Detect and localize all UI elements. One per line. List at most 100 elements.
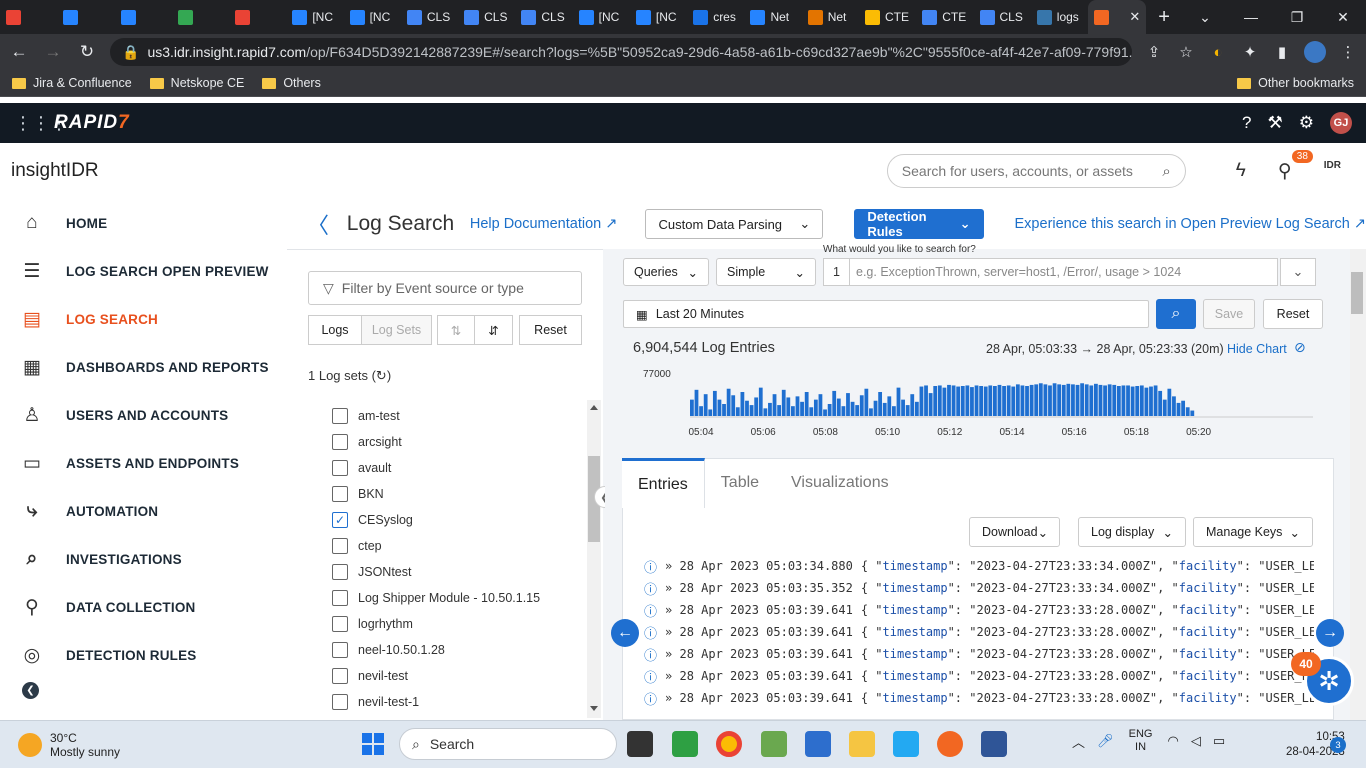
browser-tab[interactable]	[0, 0, 57, 34]
chart-bar[interactable]	[804, 392, 809, 416]
help-icon[interactable]: ?	[1242, 113, 1251, 133]
chart-bar[interactable]	[1116, 386, 1121, 416]
log-entry-row[interactable]: ⓘ» 28 Apr 2023 05:03:39.641{ "timestamp"…	[644, 643, 1314, 665]
time-range-picker[interactable]: ▦ Last 20 Minutes	[623, 300, 1149, 328]
scroll-left-arrow-icon[interactable]: ←	[611, 619, 639, 647]
checkbox[interactable]	[332, 564, 348, 580]
chart-bar[interactable]	[983, 386, 988, 416]
chart-bar[interactable]	[988, 385, 993, 416]
scroll-right-arrow-icon[interactable]: →	[1316, 619, 1344, 647]
bookmark-folder[interactable]: Netskope CE	[149, 76, 244, 90]
browser-tab[interactable]: [NC	[573, 0, 630, 34]
log-entry-row[interactable]: ⓘ» 28 Apr 2023 05:03:39.641{ "timestamp"…	[644, 599, 1314, 621]
language-indicator[interactable]: ENG IN	[1126, 728, 1156, 754]
browser-tab[interactable]: [NC	[286, 0, 343, 34]
weather-widget[interactable]: 30°C Mostly sunny	[18, 731, 348, 759]
sidebar-item-automation[interactable]: ⤷ AUTOMATION	[0, 487, 287, 535]
bookmark-star-icon[interactable]: ☆	[1176, 43, 1196, 61]
chart-bar[interactable]	[869, 408, 873, 416]
profile-avatar[interactable]	[1304, 41, 1326, 63]
chart-bar[interactable]	[823, 409, 827, 416]
chart-bar[interactable]	[735, 407, 740, 416]
chart-bar[interactable]	[1034, 384, 1039, 416]
logs-tab-button[interactable]: Logs	[308, 315, 362, 345]
postman-icon[interactable]	[937, 731, 963, 757]
checkbox[interactable]	[332, 590, 348, 606]
chart-bar[interactable]	[1181, 400, 1186, 416]
chart-bar[interactable]	[1094, 383, 1098, 416]
store-icon[interactable]	[805, 731, 831, 757]
chart-bar[interactable]	[1103, 385, 1107, 416]
log-display-dropdown[interactable]: Log display ⌄	[1078, 517, 1186, 547]
browser-tab[interactable]	[229, 0, 286, 34]
chart-bar[interactable]	[960, 386, 965, 416]
file-explorer-icon[interactable]	[849, 731, 875, 757]
global-search-input[interactable]: Search for users, accounts, or assets ⌕	[886, 154, 1186, 188]
bookmark-folder[interactable]: Jira & Confluence	[12, 76, 132, 90]
log-set-item[interactable]: BKN	[332, 481, 582, 507]
page-scrollbar[interactable]	[1350, 249, 1366, 720]
chart-bar[interactable]	[1020, 385, 1025, 416]
maximize-icon[interactable]: ❐	[1274, 9, 1320, 26]
chart-bar[interactable]	[1029, 384, 1034, 416]
chart-bar[interactable]	[795, 396, 800, 416]
chart-bar[interactable]	[919, 386, 924, 416]
chart-bar[interactable]	[1061, 384, 1066, 416]
mode-dropdown[interactable]: Simple ⌄	[716, 258, 816, 286]
info-icon[interactable]: ⓘ	[644, 689, 657, 708]
minimize-icon[interactable]: —	[1228, 9, 1274, 26]
info-icon[interactable]: ⓘ	[644, 667, 657, 686]
chart-bar[interactable]	[864, 388, 869, 416]
chart-bar[interactable]	[1052, 383, 1057, 416]
detection-rules-dropdown[interactable]: Detection Rules ⌄	[854, 209, 984, 239]
chart-bar[interactable]	[993, 386, 997, 416]
browser-tab[interactable]	[115, 0, 172, 34]
chart-bar[interactable]	[749, 405, 754, 416]
chart-bar[interactable]	[791, 406, 795, 416]
log-set-item[interactable]: nevil-test	[332, 663, 582, 689]
checkbox[interactable]	[332, 486, 348, 502]
lightning-icon[interactable]: ϟ	[1236, 160, 1246, 183]
event-source-filter-input[interactable]: ▽ Filter by Event source or type	[308, 271, 582, 305]
sidebar-item-dashboards-and-reports[interactable]: ▦ DASHBOARDS AND REPORTS	[0, 343, 287, 391]
sidebar-item-users-and-accounts[interactable]: ♙ USERS AND ACCOUNTS	[0, 391, 287, 439]
browser-tab[interactable]: CLS	[401, 0, 458, 34]
idr-icon[interactable]: IDR	[1324, 160, 1341, 183]
task-view-icon[interactable]	[627, 731, 653, 757]
chart-bar[interactable]	[786, 397, 791, 416]
save-button[interactable]: Save	[1203, 299, 1255, 329]
log-set-item[interactable]: am-test	[332, 403, 582, 429]
reset-button[interactable]: Reset	[1263, 299, 1323, 329]
chart-bar[interactable]	[1038, 383, 1043, 416]
new-tab-icon[interactable]: +	[1146, 6, 1182, 29]
checkbox[interactable]	[332, 642, 348, 658]
satellite-icon[interactable]: ⚲	[1278, 160, 1292, 183]
chart-bar[interactable]	[1139, 385, 1144, 416]
chart-bar[interactable]	[910, 394, 915, 416]
microphone-icon[interactable]: 🎤︎	[1097, 733, 1114, 749]
chart-bar[interactable]	[772, 394, 777, 416]
chart-bar[interactable]	[827, 404, 832, 416]
chart-bar[interactable]	[855, 405, 860, 416]
hide-chart-link[interactable]: Hide Chart	[1227, 342, 1287, 356]
chart-bar[interactable]	[1172, 396, 1176, 416]
log-list-scrollbar[interactable]	[587, 400, 601, 718]
chart-bar[interactable]	[841, 406, 846, 416]
log-set-item[interactable]: nevil-test-1	[332, 689, 582, 715]
chart-bar[interactable]	[800, 401, 804, 416]
query-input[interactable]: 1 e.g. ExceptionThrown, server=host1, /E…	[823, 258, 1278, 286]
tab-entries[interactable]: Entries	[622, 458, 705, 508]
info-icon[interactable]: ⓘ	[644, 601, 657, 620]
chart-bar[interactable]	[1135, 386, 1140, 416]
chart-bar[interactable]	[1057, 384, 1062, 416]
log-set-item[interactable]: Log Shipper Module - 10.50.1.15	[332, 585, 582, 611]
chart-bar[interactable]	[703, 394, 708, 416]
browser-tab[interactable]: ✕	[1088, 0, 1147, 34]
user-avatar[interactable]: GJ	[1330, 112, 1352, 134]
chart-bar[interactable]	[901, 399, 905, 416]
checkbox[interactable]	[332, 538, 348, 554]
tab-search-icon[interactable]: ⌄	[1182, 9, 1228, 26]
query-expand-chevron-icon[interactable]: ⌄	[1280, 258, 1316, 286]
chart-bar[interactable]	[1080, 383, 1085, 416]
windows-start-icon[interactable]	[362, 733, 384, 755]
